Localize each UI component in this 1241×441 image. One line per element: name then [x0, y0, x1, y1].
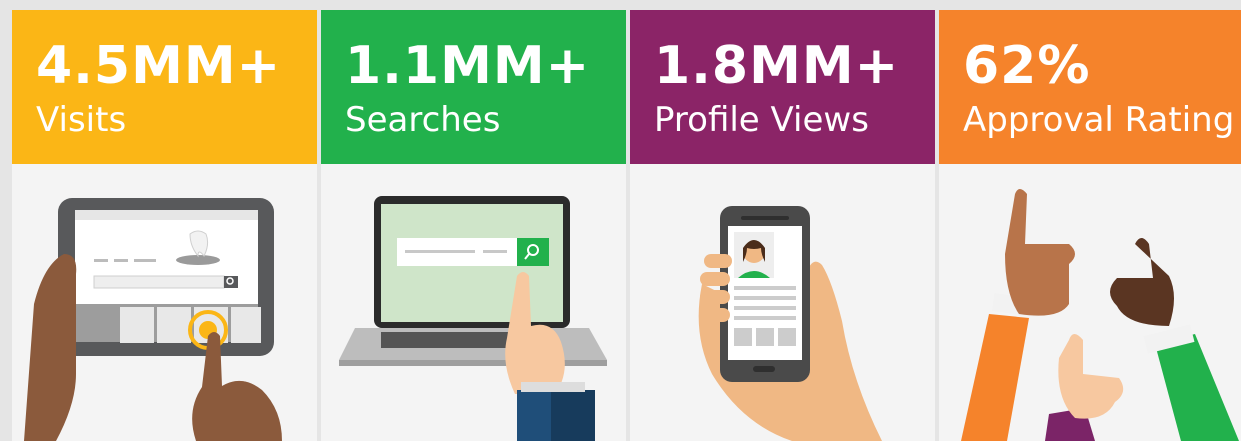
stats-grid: 4.5MM+ Visits 1.1MM+ Searches 1.8MM+ Pro…	[0, 0, 1241, 441]
laptop-search-icon	[321, 164, 626, 441]
stat-value: 62%	[963, 36, 1091, 96]
stat-header: 1.8MM+ Profile Views	[630, 10, 935, 164]
stat-label: Approval Rating	[963, 100, 1235, 140]
stat-card-approval-rating: 62% Approval Rating	[939, 10, 1241, 441]
stat-value: 1.8MM+	[654, 36, 900, 96]
thumbs-up-icon	[939, 164, 1241, 441]
stat-header: 1.1MM+ Searches	[321, 10, 626, 164]
phone-profile-icon	[630, 164, 935, 441]
stat-header: 62% Approval Rating	[939, 10, 1241, 164]
stat-header: 4.5MM+ Visits	[12, 10, 317, 164]
stat-card-profile-views: 1.8MM+ Profile Views	[630, 10, 935, 441]
stat-label: Profile Views	[654, 100, 869, 140]
stat-label: Visits	[36, 100, 127, 140]
stat-value: 1.1MM+	[345, 36, 591, 96]
tablet-hand-icon	[12, 164, 317, 441]
stat-card-visits: 4.5MM+ Visits	[12, 10, 317, 441]
stat-value: 4.5MM+	[36, 36, 282, 96]
stat-label: Searches	[345, 100, 501, 140]
stat-card-searches: 1.1MM+ Searches	[321, 10, 626, 441]
